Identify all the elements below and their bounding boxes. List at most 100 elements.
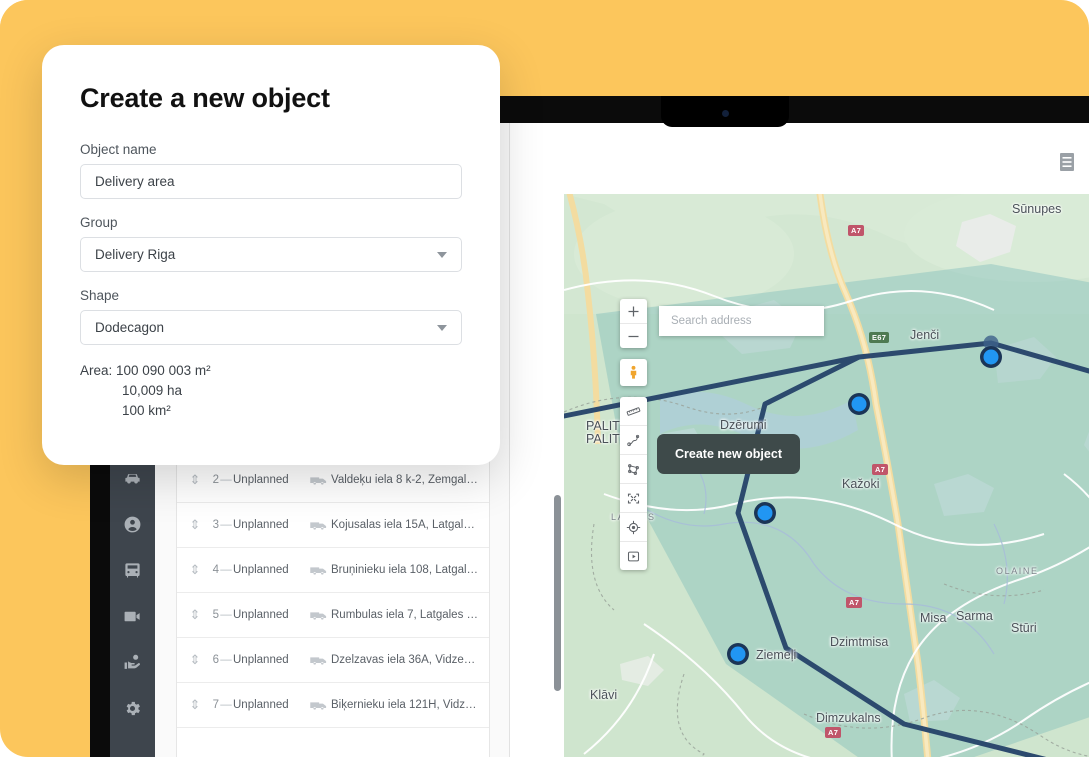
- create-object-modal: Create a new object Object name Delivery…: [42, 45, 500, 465]
- fit-bounds-button[interactable]: [620, 483, 647, 512]
- address-cell: Kojusalas iela 15A, Latgales pr...: [331, 519, 479, 531]
- van-icon: [309, 701, 326, 710]
- row-separator: —: [220, 699, 232, 711]
- drag-handle-icon[interactable]: ⇕: [187, 607, 203, 623]
- draw-polyline-button[interactable]: [620, 425, 647, 454]
- measure-ruler-icon: [626, 406, 641, 416]
- area-hectares: 10,009 ha: [122, 383, 183, 398]
- address-cell: Biķernieku iela 121H, Vidzeme...: [331, 699, 479, 711]
- locate-me-button[interactable]: [620, 512, 647, 541]
- video-camera-icon: [124, 611, 140, 621]
- vehicle-icon-cell: [305, 699, 331, 712]
- zoom-controls: [620, 299, 647, 348]
- device-notch: [661, 96, 789, 127]
- drag-handle-icon[interactable]: ⇕: [187, 472, 203, 488]
- table-row[interactable]: ⇕ 4 — Unplanned Bruņinieku iela 108, Lat…: [177, 548, 489, 593]
- van-icon: [309, 521, 326, 530]
- orders-list-scrollbar[interactable]: [554, 495, 561, 691]
- search-address-box[interactable]: [659, 306, 827, 336]
- row-number: 3: [212, 519, 219, 531]
- row-number: 5: [212, 609, 219, 621]
- van-icon: [309, 611, 326, 620]
- address-cell: Bruņinieku iela 108, Latgales ...: [331, 564, 479, 576]
- row-number: 4: [212, 564, 219, 576]
- orders-list: ⇕ 2 — Unplanned Valdeķu iela 8 k-2, Zemg…: [176, 457, 490, 757]
- fit-bounds-icon: [627, 493, 640, 503]
- minus-icon: [628, 335, 639, 337]
- table-row[interactable]: ⇕ 7 — Unplanned Biķernieku iela 121H, Vi…: [177, 683, 489, 728]
- van-icon: [309, 566, 326, 575]
- street-view-pegman-icon: [630, 365, 637, 379]
- status-badge: Unplanned: [233, 564, 289, 576]
- address-cell: Dzelzavas iela 36A, Vidzemes ...: [331, 654, 479, 666]
- area-summary: Area: 100 090 003 m² 10,009 ha 100 km²: [80, 361, 462, 421]
- bus-icon: [125, 562, 140, 578]
- status-badge: Unplanned: [233, 474, 289, 486]
- object-name-value: Delivery area: [95, 174, 175, 189]
- measure-button[interactable]: [620, 397, 647, 425]
- vehicle-icon-cell: [305, 609, 331, 622]
- sidebar-item-settings[interactable]: [110, 685, 155, 731]
- table-row[interactable]: [177, 728, 489, 757]
- drag-handle-icon[interactable]: ⇕: [187, 652, 203, 668]
- drag-handle-icon[interactable]: ⇕: [187, 697, 203, 713]
- vehicle-icon-cell: [305, 564, 331, 577]
- play-route-button[interactable]: [620, 541, 647, 570]
- row-separator: —: [220, 564, 232, 576]
- vehicle-icon-cell: [305, 654, 331, 667]
- object-name-label: Object name: [80, 142, 157, 157]
- road-shield: A7: [848, 225, 865, 236]
- draw-polygon-icon: [628, 463, 639, 475]
- street-view-button[interactable]: [620, 359, 647, 386]
- draw-polyline-icon: [627, 434, 640, 446]
- shape-select[interactable]: Dodecagon: [80, 310, 462, 345]
- sidebar-item-drivers[interactable]: [110, 501, 155, 547]
- shape-label: Shape: [80, 288, 120, 303]
- table-row[interactable]: ⇕ 5 — Unplanned Rumbulas iela 7, Latgale…: [177, 593, 489, 638]
- group-select[interactable]: Delivery Riga: [80, 237, 462, 272]
- object-name-input[interactable]: Delivery area: [80, 164, 462, 199]
- row-number: 2: [212, 474, 219, 486]
- table-row[interactable]: ⇕ 6 — Unplanned Dzelzavas iela 36A, Vidz…: [177, 638, 489, 683]
- van-icon: [309, 476, 326, 485]
- row-separator: —: [220, 474, 232, 486]
- draw-polygon-button[interactable]: [620, 454, 647, 483]
- sidebar-item-fleet[interactable]: [110, 547, 155, 593]
- chevron-down-icon: [437, 251, 447, 258]
- group-value: Delivery Riga: [95, 247, 176, 262]
- locate-me-icon: [626, 520, 641, 534]
- row-separator: —: [220, 654, 232, 666]
- road-shield: A7: [825, 727, 842, 738]
- user-icon: [124, 516, 141, 532]
- sidebar-item-video[interactable]: [110, 593, 155, 639]
- sidebar-item-costs[interactable]: [110, 639, 155, 685]
- status-badge: Unplanned: [233, 699, 289, 711]
- status-badge: Unplanned: [233, 519, 289, 531]
- drag-handle-icon[interactable]: ⇕: [187, 562, 203, 578]
- table-row[interactable]: ⇕ 3 — Unplanned Kojusalas iela 15A, Latg…: [177, 503, 489, 548]
- row-separator: —: [220, 519, 232, 531]
- map-canvas[interactable]: PulkarneSūnupesJenčiMežvidiDzērumiKažoki…: [564, 194, 1089, 757]
- drag-handle-icon[interactable]: ⇕: [187, 517, 203, 533]
- area-square-kilometers: 100 km²: [122, 403, 171, 418]
- map-toolbar: [620, 299, 647, 581]
- shape-value: Dodecagon: [95, 320, 165, 335]
- front-camera-icon: [722, 110, 729, 117]
- list-menu-icon[interactable]: [1059, 153, 1075, 176]
- draw-tools: [620, 397, 647, 570]
- zoom-in-button[interactable]: [620, 299, 647, 323]
- car-icon: [125, 473, 140, 483]
- road-shield: E67: [869, 332, 890, 343]
- search-input[interactable]: [669, 314, 827, 328]
- zoom-out-button[interactable]: [620, 323, 647, 348]
- area-square-meters: Area: 100 090 003 m²: [80, 363, 211, 378]
- play-route-icon: [627, 551, 640, 561]
- vehicle-icon-cell: [305, 474, 331, 487]
- plus-icon: [628, 306, 639, 316]
- map-top-bar: [564, 123, 1089, 194]
- street-view-control: [620, 359, 647, 386]
- van-icon: [309, 656, 326, 665]
- status-badge: Unplanned: [233, 609, 289, 621]
- row-separator: —: [220, 609, 232, 621]
- gear-icon: [126, 701, 140, 715]
